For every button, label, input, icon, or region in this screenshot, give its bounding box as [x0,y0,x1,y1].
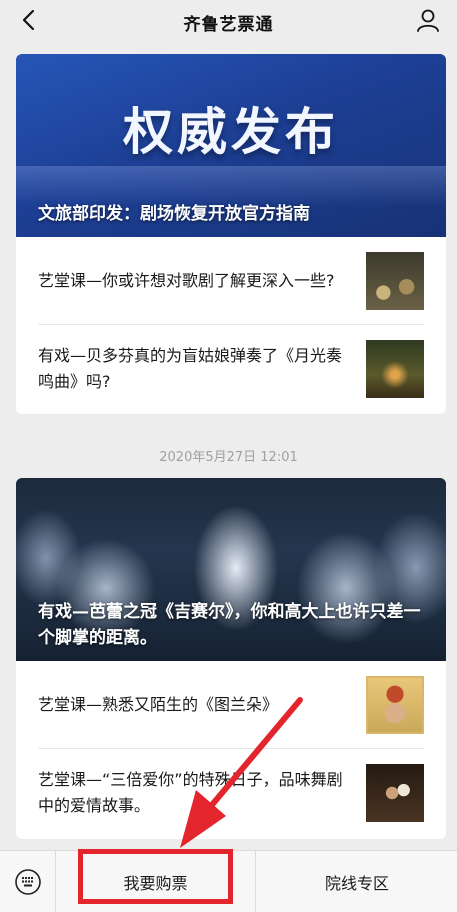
list-item-title: 艺堂课—你或许想对歌剧了解更深入一些? [38,270,335,290]
page-title: 齐鲁艺票通 [183,14,274,35]
article-card: 有戏—芭蕾之冠《吉赛尔》，你和高大上也许只差一个脚掌的距离。 艺堂课—熟悉又陌生… [16,478,446,839]
list-item[interactable]: 艺堂课—你或许想对歌剧了解更深入一些? [38,237,424,325]
cover-reflection [16,166,446,206]
message-timestamp: 2020年5月27日 12:01 [159,450,298,465]
list-item[interactable]: 有戏—贝多芬真的为盲姑娘弹奏了《月光奏鸣曲》吗? [38,325,424,413]
keyboard-toggle-button[interactable] [0,851,56,912]
list-item[interactable]: 艺堂课—熟悉又陌生的《图兰朵》 [38,661,424,749]
bottom-menu-bar: 我要购票 院线专区 [0,850,457,912]
buy-ticket-menu-button[interactable]: 我要购票 [56,851,256,912]
list-item-title: 艺堂课—“三倍爱你”的特殊日子，品味舞剧中的爱情故事。 [38,770,343,815]
list-item-thumbnail [366,340,424,398]
list-item-thumbnail [366,764,424,822]
article-cover[interactable]: 有戏—芭蕾之冠《吉赛尔》，你和高大上也许只差一个脚掌的距离。 [16,478,446,661]
keyboard-icon [14,869,41,895]
user-icon[interactable] [415,7,441,33]
list-item-title: 有戏—贝多芬真的为盲姑娘弹奏了《月光奏鸣曲》吗? [38,346,343,391]
cover-caption: 文旅部印发：剧场恢复开放官方指南 [38,204,310,224]
cover-headline: 权威发布 [123,103,339,161]
list-item-title: 艺堂课—熟悉又陌生的《图兰朵》 [38,694,279,714]
list-item-thumbnail [366,675,424,734]
list-item[interactable]: 艺堂课—“三倍爱你”的特殊日子，品味舞剧中的爱情故事。 [38,749,424,837]
article-card: 权威发布 文旅部印发：剧场恢复开放官方指南 艺堂课—你或许想对歌剧了解更深入一些… [16,54,446,414]
article-cover[interactable]: 权威发布 文旅部印发：剧场恢复开放官方指南 [16,54,446,237]
top-navbar: 齐鲁艺票通 [0,0,457,44]
list-item-thumbnail [366,251,424,310]
chevron-left-icon[interactable] [18,8,42,32]
cover-caption: 有戏—芭蕾之冠《吉赛尔》，你和高大上也许只差一个脚掌的距离。 [38,602,421,648]
theater-zone-menu-button[interactable]: 院线专区 [257,851,457,912]
